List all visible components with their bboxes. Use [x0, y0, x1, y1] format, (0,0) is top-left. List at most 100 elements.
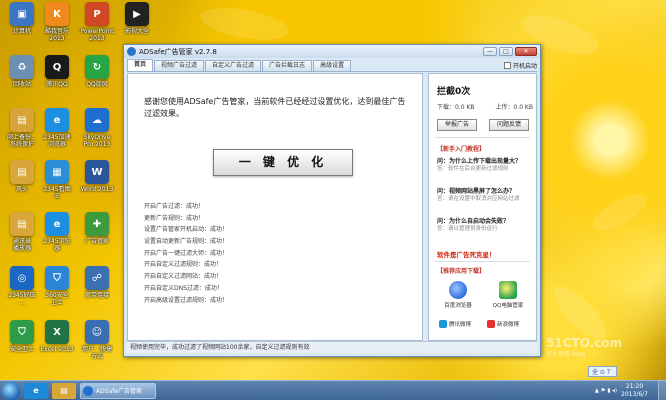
desktop-icon-label: 360安全 卫士	[45, 292, 69, 306]
faq-item[interactable]: 问：视频网站黑屏了怎么办？ 答：请在设置中取消对应网站过滤	[437, 188, 533, 203]
desktop-icon-label: 安全卫士	[9, 346, 34, 353]
desktop-icon[interactable]: W Word 2013	[78, 160, 116, 193]
tencent-weibo-link[interactable]: 腾讯微博	[439, 320, 471, 328]
clock[interactable]: 21:20 2013/6/7	[621, 383, 648, 399]
log-item: 开启自定义过滤网站：成功！	[144, 273, 223, 281]
window-title: ADSafe广告管家 v2.7.8	[139, 47, 217, 56]
minimize-button[interactable]: —	[483, 47, 497, 56]
log-item: 设置自动更新广告规则：成功！	[144, 238, 229, 246]
desktop-icon-label: 风火	[15, 186, 28, 193]
sina-weibo-icon	[487, 320, 495, 328]
desktop-icon[interactable]: ◎ 2345好压 ...	[3, 266, 41, 306]
optimize-log: 开启广告过滤：成功！ 更新广告规则：成功！ 设置广告管家开机启动：成功！ 设置自…	[144, 201, 228, 306]
report-ad-button[interactable]: 举报广告	[437, 119, 477, 131]
desktop-icon-label: 2345加速 浏览器	[43, 134, 71, 148]
tray-icons[interactable]: ▲ ⚑ ▮ ◂)	[595, 388, 617, 394]
autostart-checkbox[interactable]: 开机启动	[503, 61, 537, 71]
side-panel: 拦截0次 下载：0.0 KB 上传：0.0 KB 举报广告 问题反馈 【新手入门…	[428, 73, 537, 341]
desktop-icon-label: 网上备份、 系统保护	[6, 134, 37, 148]
desktop-icon[interactable]: ⛉ 安全卫士	[3, 320, 41, 353]
tab-block-log[interactable]: 广告拦截日志	[262, 60, 313, 71]
log-item: 开启自定义DNS过滤：成功！	[144, 284, 223, 292]
tab-advanced-settings[interactable]: 高级设置	[313, 60, 352, 71]
faq-question[interactable]: 问：为什么自启动会失败？	[437, 218, 533, 226]
desktop-icon[interactable]: ☺ 用户 - 快捷 方式	[78, 320, 116, 360]
checkbox-box[interactable]	[503, 62, 511, 69]
desktop-icon[interactable]: ⛉ 360安全 卫士	[38, 266, 76, 306]
download-stat: 下载：0.0 KB	[437, 104, 475, 111]
clock-time: 21:20	[625, 382, 644, 390]
explorer-icon[interactable]: ▤	[52, 382, 76, 399]
maximize-button[interactable]: □	[499, 47, 513, 56]
desktop-icon[interactable]: e 2345加速 浏览器	[38, 108, 76, 148]
desktop-icon[interactable]: ▤ 风火	[3, 160, 41, 193]
start-button[interactable]	[2, 381, 20, 400]
autostart-label: 开机启动	[512, 63, 537, 70]
desktop-icon-label: 腾讯QQ	[46, 81, 68, 88]
app-icon: ◎	[10, 266, 34, 290]
tab-bar: 首页 视频广告过滤 自定义广告过滤 广告拦截日志 高级设置 开机启动	[127, 59, 537, 72]
faq-item[interactable]: 问：为什么上传下载出现量大？ 答：软件在后台更新过滤规则	[437, 158, 533, 173]
window-titlebar[interactable]: ADSafe广告管家 v2.7.8 — □ ✕	[124, 45, 540, 58]
network-icon: ☍	[85, 266, 109, 290]
log-item: 开启广告一键过滤大师：成功！	[144, 249, 229, 257]
recommend-app-baidu[interactable]: 百度浏览器	[435, 281, 481, 309]
excel-icon: X	[45, 320, 69, 344]
desktop-icon-label: QQ旋风	[86, 81, 108, 88]
folder-icon: ▤	[10, 108, 34, 132]
welcome-message: 感谢您使用ADSafe广告管家，当前软件已经经过设置优化，达到最佳广告过滤效果。	[144, 97, 406, 118]
desktop-icon-label: 宽带连接	[84, 292, 109, 299]
desktop-icon-label: 影视大全	[124, 28, 149, 35]
desktop-icon[interactable]: X Excel 2013	[38, 320, 76, 353]
tab-video-filter[interactable]: 视频广告过滤	[154, 60, 205, 71]
desktop-icon-label: 2345浏览 器	[43, 238, 71, 252]
log-item: 开启广告过滤：成功！	[144, 203, 205, 210]
feedback-button[interactable]: 问题反馈	[489, 119, 529, 131]
tab-home[interactable]: 首页	[127, 59, 154, 71]
desktop-icon[interactable]: ♻ 回收站	[3, 55, 41, 88]
desktop-icon[interactable]: e 2345浏览 器	[38, 212, 76, 252]
desktop-icon[interactable]: ✚ 广告管家	[78, 212, 116, 245]
desktop-icon-label: 广告管家	[84, 238, 109, 245]
desktop-icon[interactable]: ▤ 通讯录 播放器	[3, 212, 41, 252]
one-click-optimize-button[interactable]: 一 键 优 化	[213, 149, 353, 176]
slogan-link[interactable]: 软件是广告死克星！	[437, 249, 496, 259]
desktop-icon[interactable]: ☍ 宽带连接	[78, 266, 116, 299]
desktop-icon[interactable]: ↻ QQ旋风	[78, 55, 116, 88]
desktop-icon-label: Word 2013	[80, 186, 114, 193]
ie-icon[interactable]: e	[24, 382, 48, 399]
baidu-browser-icon	[449, 281, 467, 299]
desktop-icon[interactable]: ☁ SkyDrive Pro 2013	[78, 108, 116, 148]
faq-title: 【新手入门教程】	[437, 146, 486, 153]
desktop-icon-label: 酷我音乐 2013	[44, 28, 69, 42]
folder-icon: ▤	[10, 212, 34, 236]
tab-custom-filter[interactable]: 自定义广告过滤	[205, 60, 262, 71]
tencent-weibo-icon	[439, 320, 447, 328]
system-tray: ▲ ⚑ ▮ ◂) 21:20 2013/6/7	[595, 380, 666, 400]
log-item: 开启自定义过滤规则：成功！	[144, 261, 223, 269]
desktop-icon[interactable]: ▤ 网上备份、 系统保护	[3, 108, 41, 148]
desktop-icon[interactable]: Q 腾讯QQ	[38, 55, 76, 88]
taskbar-adsafe-button[interactable]: ADSafe广告管家	[80, 382, 156, 399]
wallpaper-petal	[588, 186, 652, 238]
faq-item[interactable]: 问：为什么自启动会失败？ 答：请以管理员身份运行	[437, 218, 533, 233]
recommend-app-qqmanager[interactable]: QQ电脑管家	[485, 281, 531, 309]
faq-question[interactable]: 问：为什么上传下载出现量大？	[437, 158, 533, 166]
adsafe-window[interactable]: ADSafe广告管家 v2.7.8 — □ ✕ 首页 视频广告过滤 自定义广告过…	[123, 44, 541, 357]
ime-toolbar[interactable]: 全 ⊙ ？	[588, 366, 617, 377]
desktop-icon[interactable]: ▶ 影视大全	[118, 2, 156, 35]
sina-weibo-link[interactable]: 新浪微博	[487, 320, 519, 328]
desktop-icon-label: 2345看图 王	[43, 186, 71, 200]
faq-question[interactable]: 问：视频网站黑屏了怎么办？	[437, 188, 533, 196]
desktop-icon[interactable]: ▣ 计算机	[3, 2, 41, 35]
desktop-icon[interactable]: K 酷我音乐 2013	[38, 2, 76, 42]
qqxuanfeng-icon: ↻	[85, 55, 109, 79]
show-desktop-button[interactable]	[658, 380, 666, 400]
close-button[interactable]: ✕	[515, 47, 537, 56]
desktop-icon[interactable]: ▦ 2345看图 王	[38, 160, 76, 200]
desktop-icon[interactable]: P PowerPoint 2013	[78, 2, 116, 42]
desktop-icon-label: 计算机	[12, 28, 31, 35]
adsafe-app-icon	[127, 47, 136, 56]
desktop-icon-label: 通讯录 播放器	[12, 238, 31, 252]
upload-stat: 上传：0.0 KB	[495, 104, 533, 111]
